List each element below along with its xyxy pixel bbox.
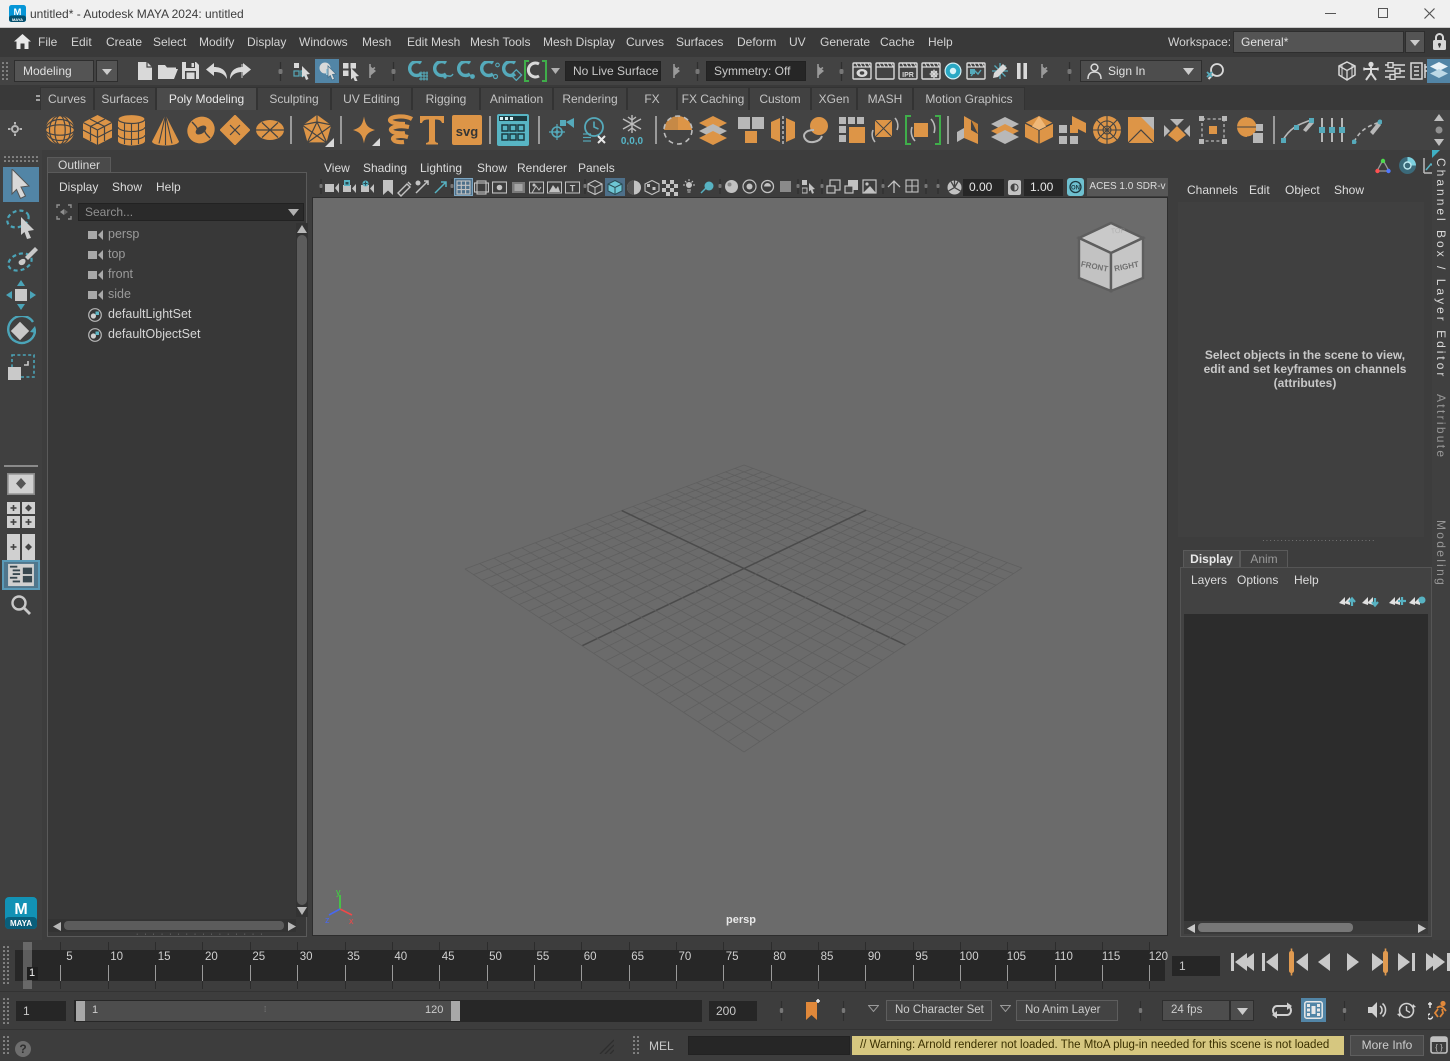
svg-text:IPR: IPR — [902, 72, 914, 79]
svg-text:T: T — [570, 184, 576, 194]
svg-text:0,0,0: 0,0,0 — [621, 136, 644, 145]
svg-text:MAYA: MAYA — [10, 919, 32, 928]
svg-text:TOP: TOP — [1111, 227, 1126, 235]
svg-text:{ }: { } — [1435, 1043, 1443, 1052]
svg-text:y: y — [336, 887, 341, 897]
svg-text:svg: svg — [456, 124, 478, 139]
svg-text:x: x — [349, 916, 354, 925]
svg-text:MAYA: MAYA — [12, 17, 23, 22]
svg-text:z: z — [325, 915, 330, 925]
svg-text:ON: ON — [1071, 186, 1080, 192]
svg-text:M: M — [14, 901, 27, 918]
